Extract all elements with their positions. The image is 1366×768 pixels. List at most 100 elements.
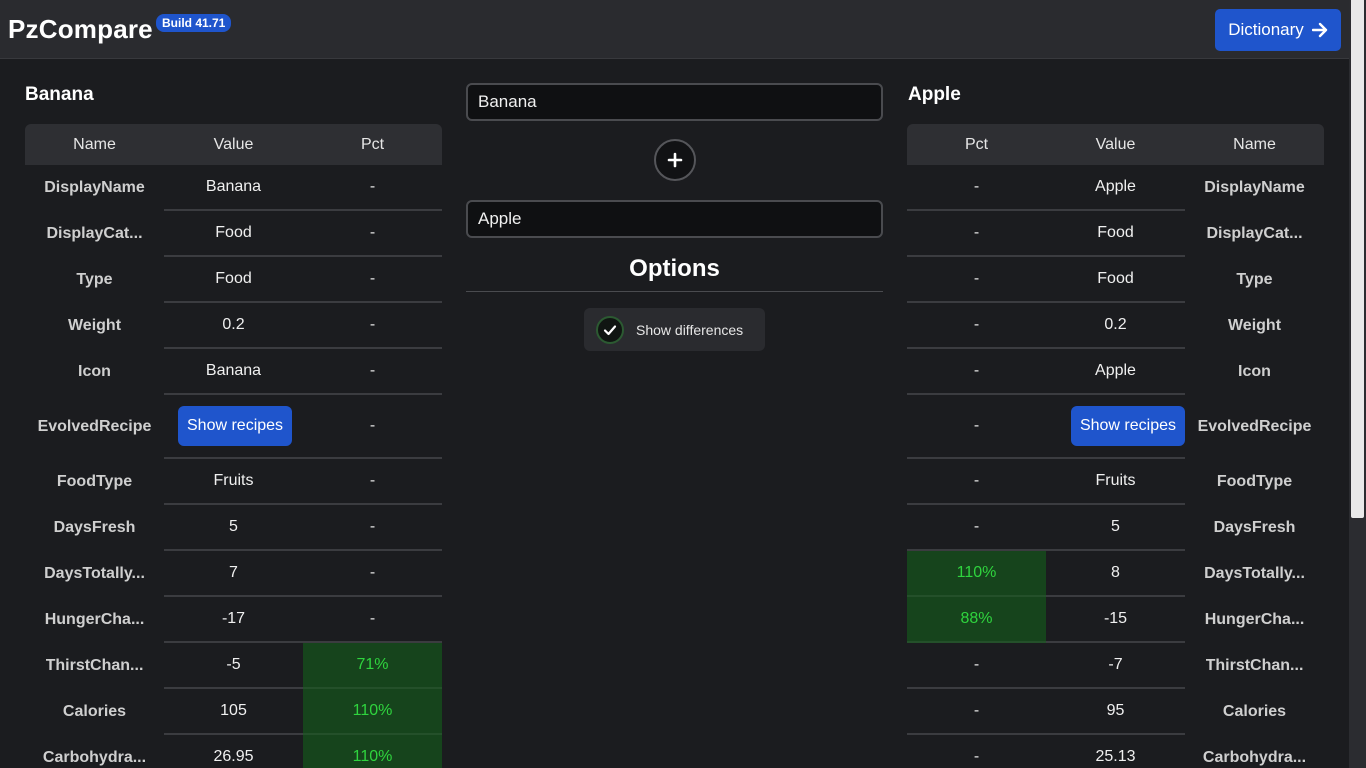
plus-icon	[667, 152, 683, 168]
attribute-name-cell: DisplayName	[25, 165, 164, 211]
attribute-value: -7	[1108, 656, 1123, 673]
percent-cell: -	[907, 165, 1046, 211]
attribute-value: 0.2	[222, 316, 245, 333]
table-row: - 25.13 Carbohydra...	[907, 735, 1324, 768]
attribute-name: ThirstChan...	[45, 657, 144, 674]
attribute-value: Fruits	[213, 472, 254, 489]
attribute-name: EvolvedRecipe	[37, 418, 152, 435]
percent-cell: -	[303, 165, 442, 211]
percent-cell: -	[907, 735, 1046, 768]
column-header-pct: Pct	[964, 135, 989, 153]
attribute-name-cell: FoodType	[1185, 459, 1324, 505]
column-header-value: Value	[1095, 135, 1136, 153]
attribute-name-cell: Weight	[25, 303, 164, 349]
percent-value: -	[973, 316, 980, 333]
attribute-value: Food	[1097, 224, 1134, 241]
attribute-value-cell: Food	[164, 257, 303, 303]
attribute-value: Apple	[1095, 362, 1136, 379]
attribute-name: Carbohydra...	[1202, 749, 1307, 766]
attribute-name: EvolvedRecipe	[1197, 418, 1312, 435]
percent-cell: -	[907, 395, 1046, 459]
item-a-input[interactable]: Banana	[466, 83, 883, 121]
options-divider	[466, 291, 883, 292]
percent-cell: -	[303, 257, 442, 303]
table-row: 110% 8 DaysTotally...	[907, 551, 1324, 597]
show-recipes-button[interactable]: Show recipes	[1070, 406, 1185, 446]
attribute-name-cell: Weight	[1185, 303, 1324, 349]
table-row: 88% -15 HungerCha...	[907, 597, 1324, 643]
attribute-name: DisplayName	[1204, 179, 1305, 196]
table-row: - 95 Calories	[907, 689, 1324, 735]
attribute-name: HungerCha...	[1204, 611, 1305, 628]
attribute-value-cell: -7	[1046, 643, 1185, 689]
attribute-name-cell: ThirstChan...	[25, 643, 164, 689]
percent-value: -	[973, 472, 980, 489]
attribute-value-cell: Banana	[164, 349, 303, 395]
dictionary-button-label: Dictionary	[1228, 20, 1304, 39]
scrollbar-thumb[interactable]	[1351, 0, 1364, 518]
add-item-button[interactable]	[654, 139, 696, 181]
attribute-name: Icon	[78, 363, 111, 380]
column-header-pct: Pct	[360, 135, 385, 153]
percent-value: 110%	[352, 748, 393, 765]
attribute-name: DaysTotally...	[44, 565, 145, 582]
table-row: - Show recipes EvolvedRecipe	[907, 395, 1324, 459]
item-b-input[interactable]: Apple	[466, 200, 883, 238]
percent-cell: -	[303, 597, 442, 643]
attribute-name: Type	[1236, 271, 1273, 288]
percent-cell: -	[907, 505, 1046, 551]
attribute-value: 8	[1111, 564, 1120, 581]
percent-value: -	[973, 224, 980, 241]
attribute-value-cell: 26.95	[164, 735, 303, 768]
attribute-name: Carbohydra...	[42, 749, 147, 766]
attribute-name-cell: DaysTotally...	[25, 551, 164, 597]
attribute-value: 7	[229, 564, 238, 581]
left-item-title: Banana	[25, 84, 94, 105]
attribute-name: DisplayCat...	[46, 225, 143, 242]
attribute-name-cell: Icon	[25, 349, 164, 395]
checkmark-icon[interactable]	[596, 315, 624, 344]
percent-value: -	[973, 656, 980, 673]
attribute-name-cell: DaysTotally...	[1185, 551, 1324, 597]
attribute-value: Banana	[205, 362, 262, 379]
dictionary-button[interactable]: Dictionary	[1215, 9, 1341, 51]
percent-value: -	[369, 178, 376, 195]
table-row: EvolvedRecipe Show recipes -	[25, 395, 442, 459]
arrow-right-icon	[1311, 22, 1327, 38]
table-row: DisplayCat... Food -	[25, 211, 442, 257]
table-row: HungerCha... -17 -	[25, 597, 442, 643]
table-row: ThirstChan... -5 71%	[25, 643, 442, 689]
table-row: DaysFresh 5 -	[25, 505, 442, 551]
attribute-value-cell: 5	[1046, 505, 1185, 551]
right-item-title: Apple	[908, 84, 961, 105]
attribute-name-cell: Calories	[1185, 689, 1324, 735]
percent-value: -	[973, 178, 980, 195]
percent-value: 71%	[356, 656, 389, 673]
page-scrollbar[interactable]	[1349, 0, 1366, 768]
percent-cell: -	[303, 349, 442, 395]
attribute-value: 0.2	[1104, 316, 1127, 333]
attribute-name-cell: HungerCha...	[25, 597, 164, 643]
table-row: Carbohydra... 26.95 110%	[25, 735, 442, 768]
show-differences-toggle[interactable]: Show differences	[584, 308, 765, 351]
percent-value: -	[369, 472, 376, 489]
percent-cell: 110%	[907, 551, 1046, 597]
table-row: - 5 DaysFresh	[907, 505, 1324, 551]
attribute-name-cell: DaysFresh	[1185, 505, 1324, 551]
attribute-value-cell: Apple	[1046, 165, 1185, 211]
attribute-value-cell: Banana	[164, 165, 303, 211]
table-row: - Food DisplayCat...	[907, 211, 1324, 257]
attribute-value: Food	[215, 270, 252, 287]
attribute-name-cell: Icon	[1185, 349, 1324, 395]
attribute-value-cell: 8	[1046, 551, 1185, 597]
attribute-value-cell: 25.13	[1046, 735, 1185, 768]
brand-title[interactable]: PzCompare	[8, 14, 153, 45]
build-badge: Build 41.71	[156, 14, 232, 32]
column-header-value: Value	[213, 135, 254, 153]
table-row: FoodType Fruits -	[25, 459, 442, 505]
right-table-header: Pct Value Name	[907, 124, 1324, 165]
table-row: Type Food -	[25, 257, 442, 303]
percent-value: -	[973, 702, 980, 719]
attribute-value: 26.95	[213, 748, 254, 765]
show-recipes-button[interactable]: Show recipes	[178, 406, 293, 446]
